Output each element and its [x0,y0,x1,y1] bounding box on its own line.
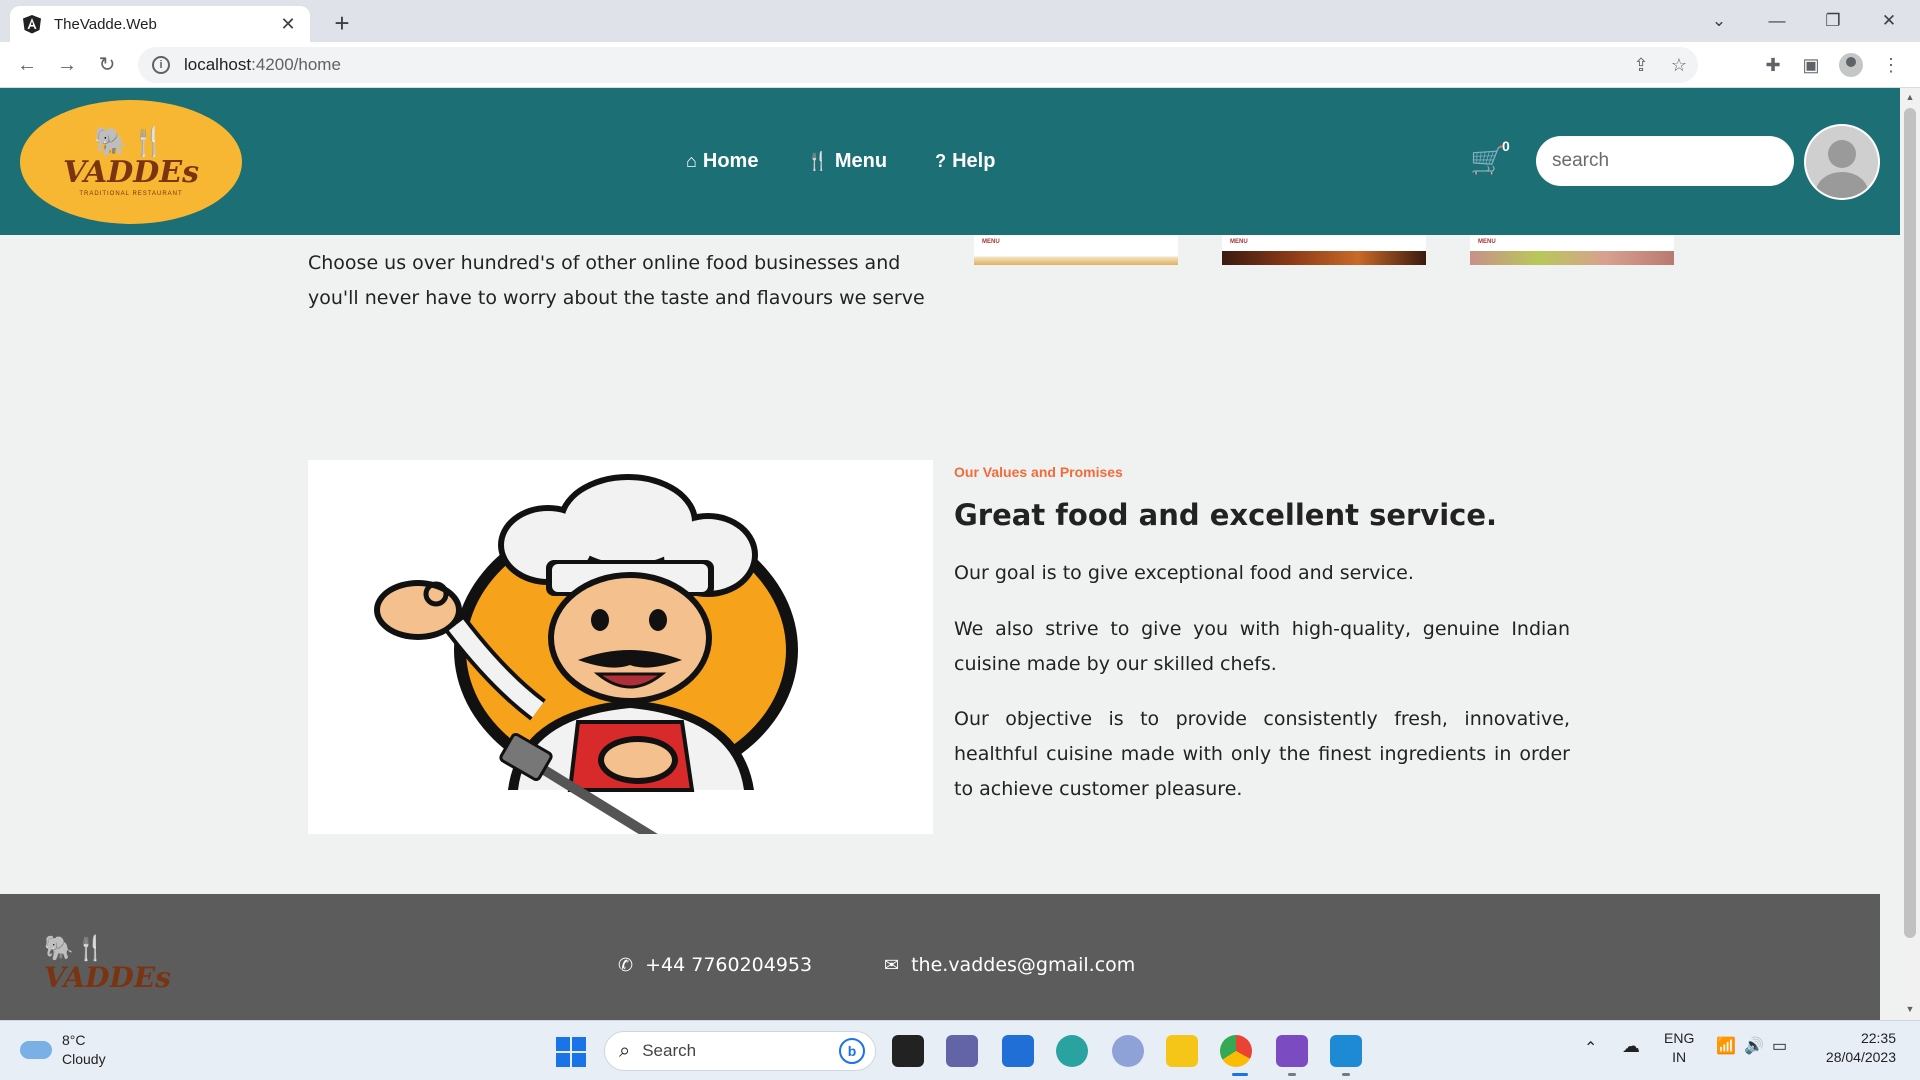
values-paragraph: We also strive to give you with high-qua… [954,618,1570,675]
menu-card[interactable]: MENU [1222,235,1426,265]
chrome-active-indicator [1232,1073,1248,1076]
footer-logo-text: VADDEs [44,961,171,994]
page-scrollbar[interactable]: ▲ ▼ [1900,88,1920,1020]
bing-icon[interactable]: b [839,1038,865,1064]
browser-menu-icon[interactable]: ⋮ [1876,50,1906,80]
values-paragraph: Our objective is to provide consistently… [954,708,1570,800]
main-nav: ⌂ Home 🍴 Menu ? Help [686,88,995,235]
chrome-icon[interactable] [1220,1035,1252,1067]
clock[interactable]: 22:35 28/04/2023 [1816,1029,1896,1067]
volume-icon[interactable]: 🔊 [1744,1037,1764,1056]
values-title: Great food and excellent service. [954,498,1498,532]
angular-favicon-icon [23,15,41,34]
language-indicator[interactable]: ENG IN [1664,1029,1694,1067]
minimize-button[interactable]: — [1754,4,1800,38]
edge-icon[interactable] [1056,1035,1088,1067]
cloud-icon [20,1041,52,1059]
phone-icon: ✆ [618,954,634,976]
values-paragraph: Our goal is to give exceptional food and… [954,562,1414,584]
footer-email[interactable]: ✉ the.vaddes@gmail.com [884,954,1135,976]
values-eyebrow: Our Values and Promises [954,464,1123,480]
visual-studio-icon[interactable] [1276,1035,1308,1067]
new-tab-button[interactable]: + [326,8,358,40]
site-header: 🐘🍴 VADDEs TRADITIONAL RESTAURANT ⌂ Home … [0,88,1900,235]
chef-illustration [308,460,933,845]
site-logo[interactable]: 🐘🍴 VADDEs TRADITIONAL RESTAURANT [20,100,242,224]
close-window-button[interactable]: ✕ [1866,4,1912,38]
forward-icon[interactable]: → [52,50,82,80]
question-icon: ? [935,151,947,171]
battery-icon[interactable]: ▭ [1772,1037,1787,1056]
bookmark-star-icon[interactable]: ☆ [1660,55,1698,76]
weather-widget[interactable]: 8°C Cloudy [20,1031,106,1069]
menu-card-image [1470,251,1674,265]
restore-button[interactable]: ❐ [1810,4,1856,38]
weather-condition: Cloudy [62,1051,106,1067]
r-app-icon[interactable] [1112,1035,1144,1067]
site-info-icon[interactable]: i [152,56,170,74]
scroll-up-arrow[interactable]: ▲ [1904,92,1916,102]
logo-text: VADDEs [62,155,199,190]
envelope-icon: ✉ [884,954,900,976]
store-icon[interactable] [1002,1035,1034,1067]
temperature: 8°C [62,1032,86,1048]
elephant-logo-icon: 🐘🍴 [44,935,108,962]
tab-search-icon[interactable]: ⌄ [1696,4,1742,38]
chef-mascot-icon [374,474,798,845]
app-indicator [1342,1073,1350,1076]
page-viewport: MENU MENU MENU Choose us over hundred's … [0,88,1900,1020]
elephant-logo-icon: 🐘🍴 [94,126,168,157]
menu-card[interactable]: MENU [974,235,1178,265]
scroll-thumb[interactable] [1904,108,1916,938]
menu-card-image [1222,251,1426,265]
footer-logo[interactable]: 🐘🍴 VADDEs [44,934,171,1020]
tab-title: TheVadde.Web [54,15,157,33]
task-view-icon[interactable] [892,1035,924,1067]
side-panel-icon[interactable]: ▣ [1796,50,1826,80]
browser-tab-strip: TheVadde.Web ✕ + ⌄ — ❐ ✕ [0,0,1920,42]
intro-paragraph: Choose us over hundred's of other online… [308,252,925,309]
browser-tab[interactable]: TheVadde.Web ✕ [10,6,310,42]
nav-menu[interactable]: 🍴 Menu [806,150,887,173]
home-icon: ⌂ [686,151,697,171]
share-icon[interactable]: ⇪ [1622,55,1660,76]
scroll-down-arrow[interactable]: ▼ [1904,1004,1916,1014]
utensils-icon: 🍴 [806,151,829,171]
onedrive-icon[interactable]: ☁ [1622,1037,1640,1056]
windows-taskbar: 8°C Cloudy ⌕ Search b ⌃ ☁ ENG IN 📶 🔊 ▭ 2… [0,1020,1920,1080]
teams-icon[interactable] [946,1035,978,1067]
logo-subtitle: TRADITIONAL RESTAURANT [79,191,183,197]
nav-home[interactable]: ⌂ Home [686,150,758,173]
phone-number: +44 7760204953 [645,954,813,976]
url-text[interactable]: localhost:4200/home [184,55,1622,75]
reload-icon[interactable]: ↻ [92,50,122,80]
footer-phone[interactable]: ✆ +44 7760204953 [618,954,812,976]
file-explorer-icon[interactable] [1166,1035,1198,1067]
taskbar-search[interactable]: ⌕ Search b [604,1031,876,1071]
cart-icon[interactable]: 🛒 [1470,144,1505,177]
menu-card[interactable]: MENU [1470,235,1674,265]
wifi-icon[interactable]: 📶 [1716,1037,1736,1056]
cart-count-badge: 0 [1502,138,1510,154]
search-input[interactable] [1536,136,1794,186]
menu-card-image [974,251,1178,265]
vscode-icon[interactable] [1330,1035,1362,1067]
tray-overflow-icon[interactable]: ⌃ [1584,1039,1597,1058]
address-bar[interactable]: i localhost:4200/home ⇪ ☆ [138,47,1698,83]
browser-toolbar: ← → ↻ i localhost:4200/home ⇪ ☆ ✚ ▣ ⋮ [0,42,1920,88]
windows-start-icon[interactable] [556,1037,586,1067]
extensions-icon[interactable]: ✚ [1758,50,1788,80]
app-indicator [1288,1073,1296,1076]
back-icon[interactable]: ← [12,50,42,80]
email-address: the.vaddes@gmail.com [911,954,1136,976]
close-tab-icon[interactable]: ✕ [278,14,298,35]
search-icon: ⌕ [619,1039,631,1062]
user-avatar[interactable] [1804,124,1880,200]
site-footer: 🐘🍴 VADDEs ✆ +44 7760204953 ✉ the.vaddes@… [0,894,1880,1020]
profile-icon[interactable] [1836,50,1866,80]
nav-help[interactable]: ? Help [935,150,995,173]
